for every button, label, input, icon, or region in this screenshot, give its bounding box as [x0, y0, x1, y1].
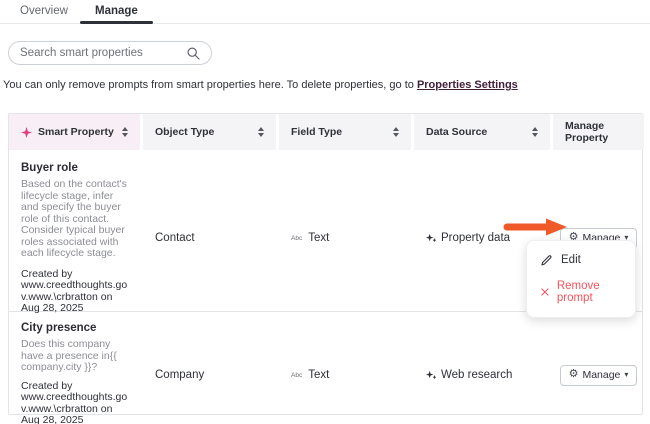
manage-button[interactable]: ⚙ Manage ▾: [560, 365, 638, 386]
column-header-manage-property: Manage Property: [553, 114, 644, 150]
object-type-cell: Company: [143, 369, 279, 381]
column-label: Manage Property: [565, 120, 632, 144]
properties-settings-link[interactable]: Properties Settings: [417, 79, 518, 91]
dropdown-item-label: Remove prompt: [557, 280, 621, 304]
abc-text-icon: Abc: [291, 235, 302, 242]
column-label: Smart Property: [38, 126, 122, 138]
object-type-cell: Contact: [143, 232, 279, 244]
manage-button-label: Manage: [582, 369, 620, 381]
search-icon: [187, 47, 200, 60]
ai-sparkle-icon: [426, 370, 437, 381]
column-header-smart-property[interactable]: Smart Property: [9, 114, 143, 150]
chevron-down-icon: ▾: [624, 371, 628, 379]
data-source-value: Web research: [441, 369, 512, 381]
property-description: Does this company have a presence in{{ c…: [21, 339, 131, 374]
manage-dropdown-menu: Edit Remove prompt: [526, 240, 636, 318]
notice-text: You can only remove prompts from smart p…: [3, 79, 518, 91]
field-type-value: Text: [308, 369, 329, 381]
field-type-value: Text: [308, 232, 329, 244]
dropdown-item-remove-prompt[interactable]: Remove prompt: [527, 273, 635, 311]
table-row: City presence Does this company have a p…: [9, 311, 642, 415]
object-type-value: Contact: [155, 232, 195, 244]
x-icon: [541, 287, 549, 297]
dropdown-item-label: Edit: [561, 254, 581, 266]
column-header-field-type[interactable]: Field Type: [279, 114, 414, 150]
sparkle-icon: [21, 127, 32, 138]
annotation-arrow-icon: [500, 217, 568, 237]
active-tab-underline: [80, 21, 153, 24]
smart-property-cell: City presence Does this company have a p…: [9, 312, 143, 424]
sort-icon[interactable]: [393, 127, 399, 137]
manage-cell: ⚙ Manage ▾: [553, 365, 644, 386]
property-description: Based on the contact's lifecycle stage, …: [21, 179, 131, 260]
field-type-cell: Abc Text: [279, 232, 414, 244]
search-input[interactable]: [20, 47, 187, 59]
column-label: Object Type: [155, 126, 258, 138]
column-header-data-source[interactable]: Data Source: [414, 114, 553, 150]
sort-icon[interactable]: [532, 127, 538, 137]
tab-bar: Overview Manage: [0, 0, 650, 24]
dropdown-item-edit[interactable]: Edit: [527, 247, 635, 273]
notice-message: You can only remove prompts from smart p…: [3, 79, 417, 91]
property-name: City presence: [21, 322, 131, 334]
property-name: Buyer role: [21, 162, 131, 174]
data-source-cell: Web research: [414, 369, 553, 381]
table-header-row: Smart Property Object Type Field Type Da…: [9, 114, 642, 150]
column-label: Field Type: [291, 126, 393, 138]
smart-property-cell: Buyer role Based on the contact's lifecy…: [9, 150, 143, 327]
column-label: Data Source: [426, 126, 532, 138]
property-created-by: Created by www.creedthoughts.gov.www.\cr…: [21, 269, 131, 315]
tab-manage[interactable]: Manage: [95, 5, 138, 17]
abc-text-icon: Abc: [291, 372, 302, 379]
search-box[interactable]: [8, 41, 212, 65]
tab-overview[interactable]: Overview: [20, 5, 68, 17]
pencil-icon: [541, 254, 553, 266]
sort-icon[interactable]: [258, 127, 264, 137]
object-type-value: Company: [155, 369, 204, 381]
property-created-by: Created by www.creedthoughts.gov.www.\cr…: [21, 381, 131, 424]
field-type-cell: Abc Text: [279, 369, 414, 381]
column-header-object-type[interactable]: Object Type: [143, 114, 279, 150]
ai-sparkle-icon: [426, 233, 437, 244]
sort-icon[interactable]: [122, 127, 128, 137]
gear-icon: ⚙: [569, 369, 579, 380]
